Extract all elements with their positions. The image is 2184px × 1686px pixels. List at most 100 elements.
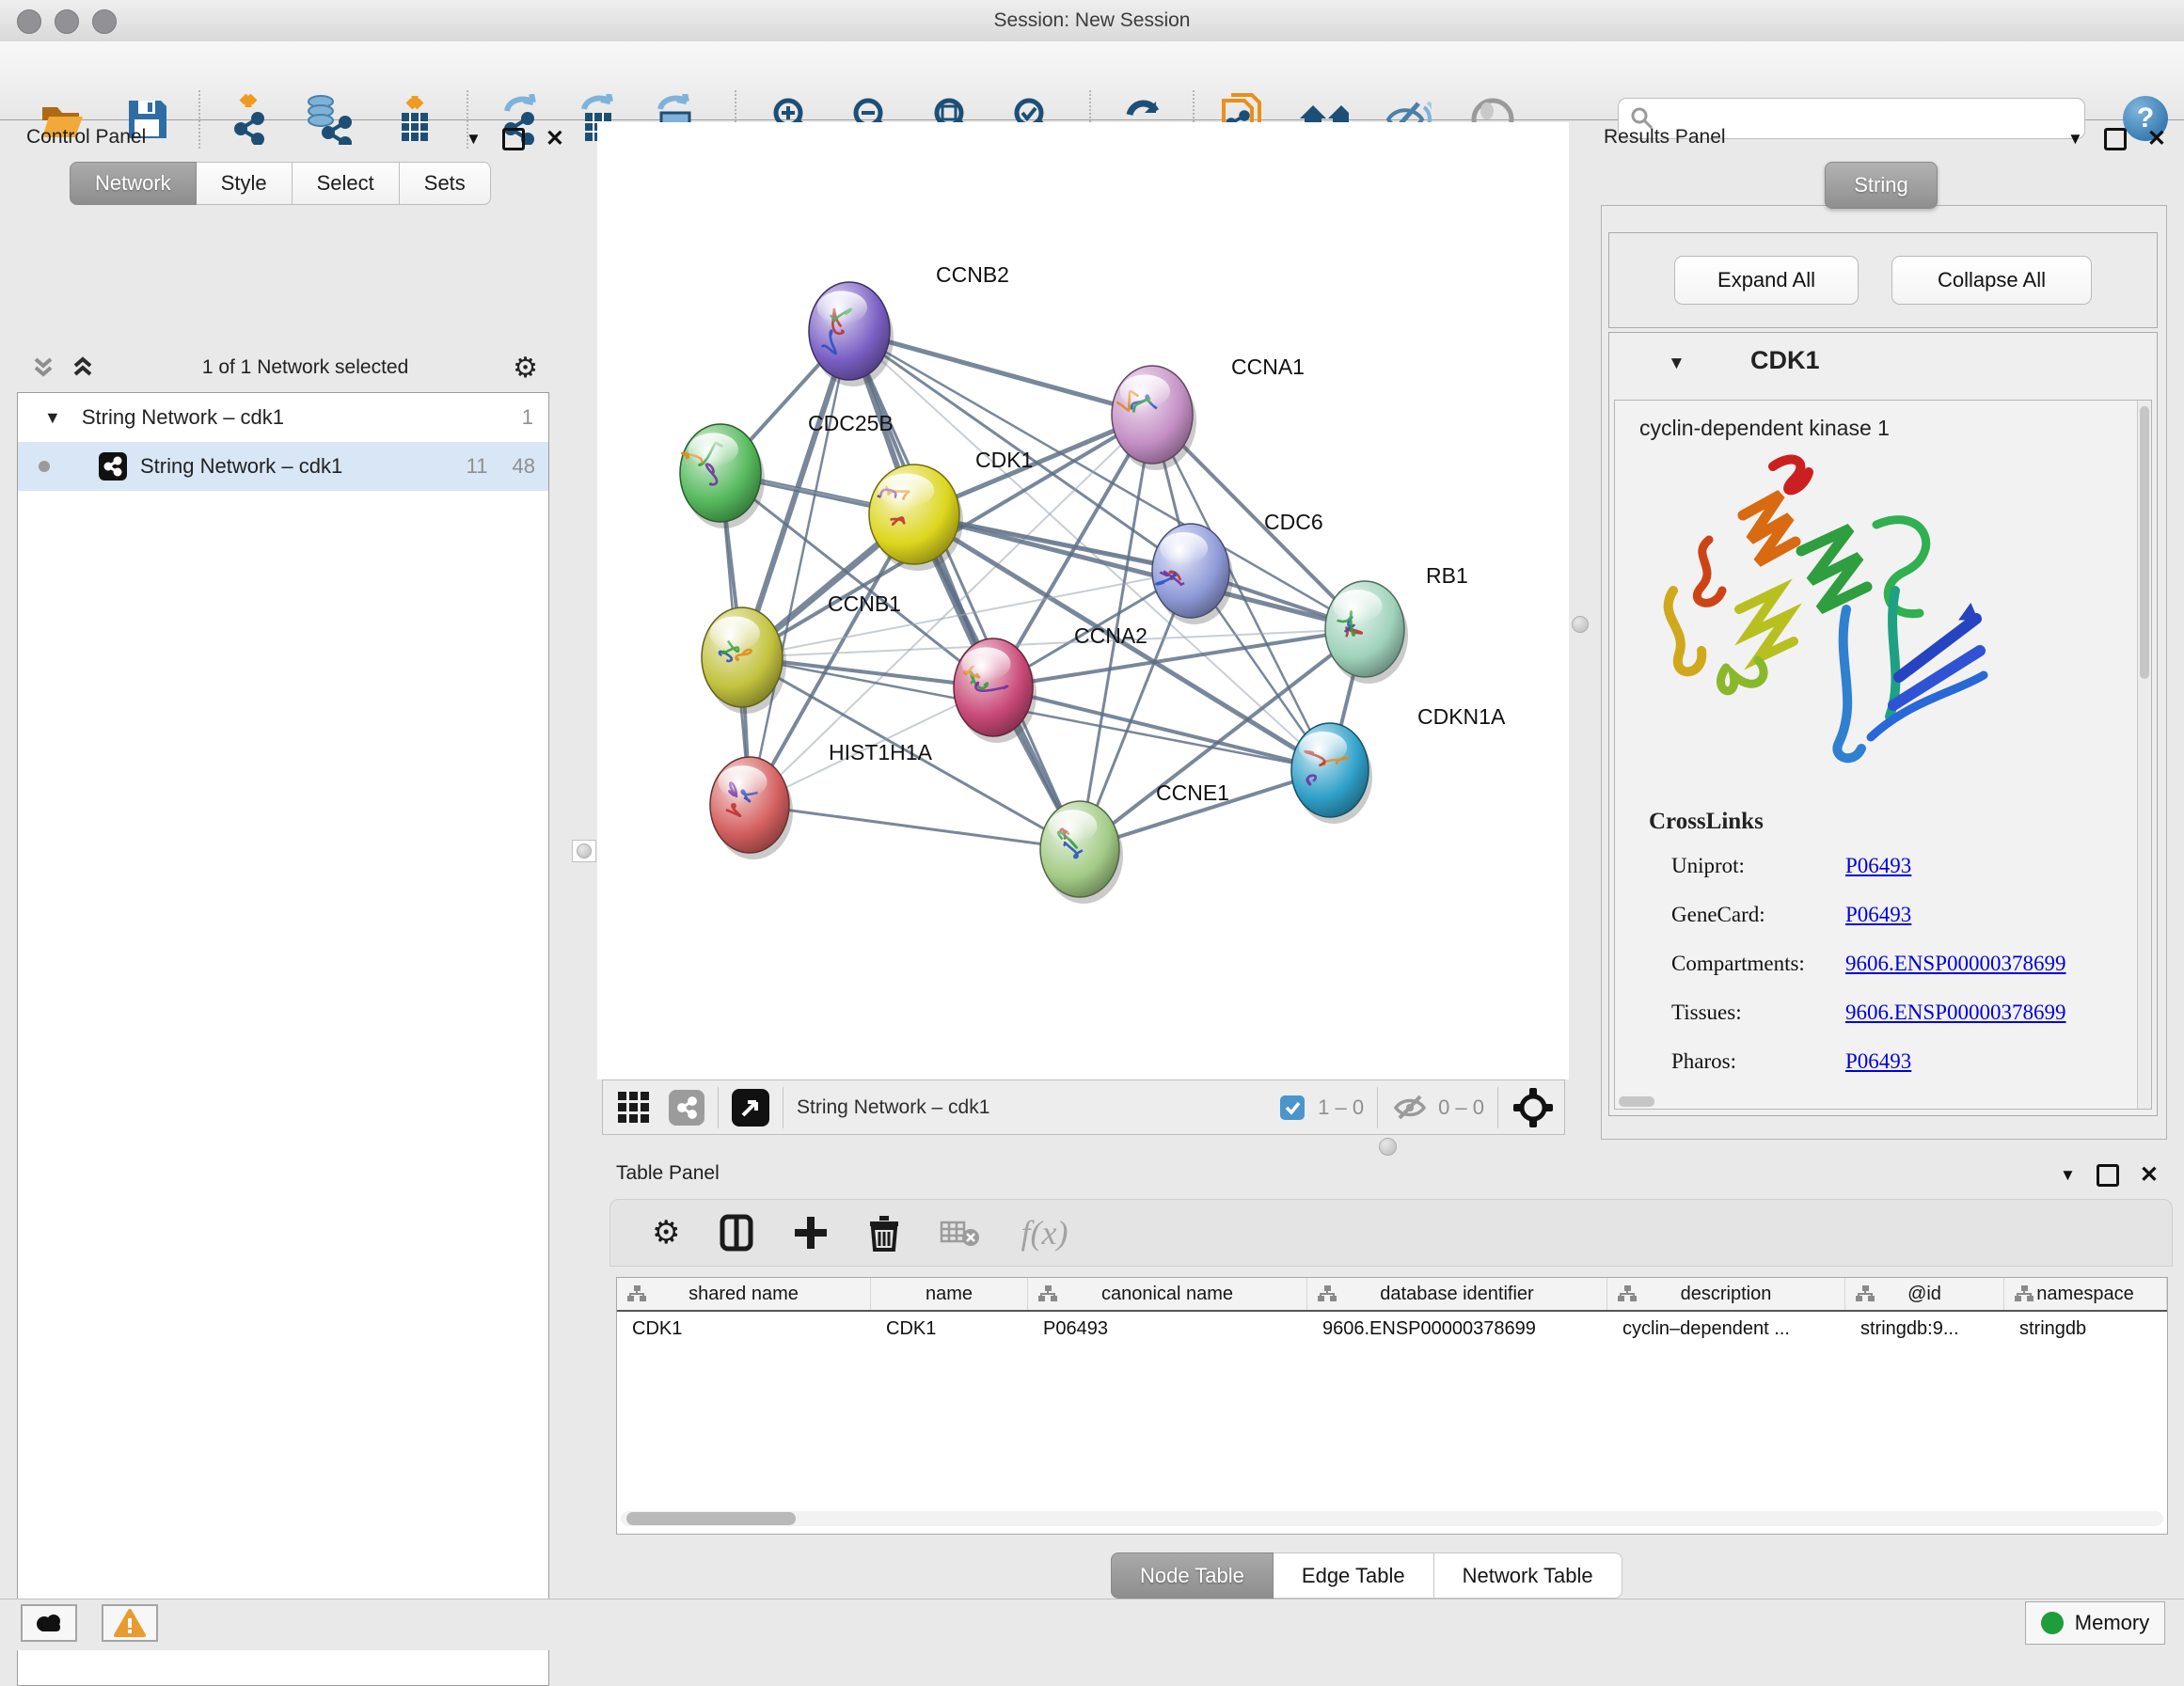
function-builder-icon[interactable]: f(x) [1021, 1213, 1068, 1253]
network-view-toolbar: String Network – cdk1 1 – 0 0 – 0 [602, 1079, 1565, 1135]
grid-view-icon[interactable] [616, 1090, 652, 1126]
delete-column-icon[interactable] [868, 1214, 900, 1252]
warning-button[interactable] [102, 1604, 158, 1642]
crosslink-link[interactable]: P06493 [1845, 1049, 1911, 1074]
tab-string[interactable]: String [1825, 162, 1938, 209]
results-horizontal-scrollbar[interactable] [1619, 1096, 1654, 1107]
expand-all-button[interactable]: Expand All [1674, 256, 1859, 305]
string-view-icon[interactable] [669, 1090, 704, 1126]
control-panel-tabs: NetworkStyleSelectSets [70, 162, 491, 205]
table-tabs: Node TableEdge TableNetwork Table [1111, 1552, 1622, 1599]
memory-label: Memory [2075, 1611, 2149, 1635]
network-options-gear-icon[interactable]: ⚙ [513, 352, 538, 385]
gene-collapse-icon[interactable]: ▼ [1668, 354, 1685, 374]
delete-table-icon[interactable] [940, 1217, 981, 1249]
network-view-title: String Network – cdk1 [797, 1096, 989, 1119]
column-header-shared-name[interactable]: shared name [617, 1278, 871, 1310]
main-toolbar: ? [0, 41, 2184, 120]
column-header-namespace[interactable]: namespace [2004, 1278, 2167, 1310]
crosslink-link[interactable]: 9606.ENSP00000378699 [1845, 952, 2066, 976]
column-header-canonical-name[interactable]: canonical name [1028, 1278, 1307, 1310]
collection-label: String Network – cdk1 [82, 405, 284, 430]
left-splitter-handle[interactable] [572, 840, 596, 862]
tab-style[interactable]: Style [197, 162, 293, 205]
table-panel-float-icon[interactable] [2097, 1164, 2119, 1187]
crosslink-link[interactable]: P06493 [1845, 903, 1911, 927]
results-panel-float-icon[interactable] [2104, 128, 2127, 150]
tab-network-table[interactable]: Network Table [1434, 1552, 1622, 1599]
column-header-label: shared name [688, 1284, 799, 1305]
table-toolbar: ⚙ f(x) [609, 1199, 2173, 1267]
protein-structure-image [1653, 449, 2019, 788]
pan-crosshair-icon[interactable] [1511, 1086, 1555, 1129]
column-header-description[interactable]: description [1607, 1278, 1845, 1310]
node-label-CDC6: CDC6 [1264, 510, 1323, 534]
crosslinks-title: CrossLinks [1649, 809, 1764, 835]
network-collection-row[interactable]: ▼ String Network – cdk1 1 [18, 393, 548, 442]
network-column-icon [626, 1284, 647, 1303]
control-panel-close-icon[interactable]: ✕ [546, 131, 564, 148]
network-selection-status: 1 of 1 Network selected [98, 356, 513, 379]
tab-select[interactable]: Select [293, 162, 400, 205]
network-canvas[interactable]: CCNB2CCNA1CDC25BCDK1CDC6RB1CCNB1CCNA2CDK… [597, 122, 1569, 1079]
node-label-RB1: RB1 [1426, 563, 1468, 588]
collection-expand-icon[interactable]: ▼ [44, 408, 61, 428]
collapse-all-icon[interactable] [30, 355, 58, 380]
crosslink-label: Pharos: [1671, 1049, 1845, 1074]
memory-button[interactable]: Memory [2025, 1601, 2165, 1645]
tab-edge-table[interactable]: Edge Table [1274, 1552, 1434, 1599]
network-column-icon [1617, 1284, 1638, 1303]
tab-sets[interactable]: Sets [400, 162, 491, 205]
crosslink-link[interactable]: P06493 [1845, 854, 1911, 878]
crosslink-row: Compartments:9606.ENSP00000378699 [1671, 952, 2123, 976]
table-cell: P06493 [1028, 1318, 1307, 1340]
status-bar: Memory [0, 1599, 2184, 1650]
right-splitter-handle[interactable] [1572, 616, 1589, 633]
column-header-label: canonical name [1101, 1284, 1233, 1305]
gene-detail-box: cyclin-dependent kinase 1 CrossLinks Uni… [1614, 400, 2152, 1110]
results-panel-collapse-icon[interactable]: ▼ [2067, 130, 2083, 149]
column-header-name[interactable]: name [871, 1278, 1028, 1310]
window-title: Session: New Session [0, 0, 2184, 41]
network-node-CDKN1A[interactable]: CDKN1A [1291, 704, 1506, 824]
hidden-count: 0 – 0 [1438, 1095, 1484, 1120]
bottom-splitter-handle[interactable] [1379, 1138, 1397, 1156]
expand-all-icon[interactable] [70, 355, 98, 380]
table-horizontal-scrollbar[interactable] [621, 1511, 2163, 1526]
column-header-@id[interactable]: @id [1845, 1278, 2004, 1310]
column-header-label: name [926, 1284, 973, 1305]
gene-description: cyclin-dependent kinase 1 [1639, 416, 1890, 441]
birdseye-view-icon[interactable] [732, 1089, 769, 1127]
network-row[interactable]: String Network – cdk1 11 48 [18, 442, 548, 491]
tab-node-table[interactable]: Node Table [1111, 1552, 1274, 1599]
control-panel-collapse-icon[interactable]: ▼ [466, 130, 482, 149]
table-row[interactable]: CDK1CDK1P064939606.ENSP00000378699cyclin… [617, 1312, 2167, 1346]
show-columns-icon[interactable] [720, 1214, 753, 1252]
node-label-CDK1: CDK1 [975, 448, 1033, 472]
table-panel-collapse-icon[interactable]: ▼ [2060, 1166, 2076, 1185]
node-label-CCNA2: CCNA2 [1074, 623, 1147, 648]
network-node-CDC25B[interactable]: CDC25B [680, 411, 894, 528]
crosslink-link[interactable]: 9606.ENSP00000378699 [1845, 1001, 2066, 1025]
results-panel-close-icon[interactable]: ✕ [2147, 131, 2166, 148]
network-node-CCNA2[interactable]: CCNA2 [954, 623, 1147, 743]
collapse-all-button[interactable]: Collapse All [1891, 256, 2092, 305]
control-panel-float-icon[interactable] [502, 128, 525, 150]
warning-icon [114, 1609, 146, 1637]
network-node-HIST1H1A[interactable]: HIST1H1A [710, 740, 933, 859]
network-node-CCNA1[interactable]: CCNA1 [1112, 355, 1305, 470]
add-column-icon[interactable] [793, 1215, 829, 1251]
tab-network[interactable]: Network [70, 162, 197, 205]
node-table: shared name name canonical name database id… [616, 1277, 2168, 1535]
node-label-CDC25B: CDC25B [808, 411, 894, 435]
crosslink-row: Tissues:9606.ENSP00000378699 [1671, 1001, 2123, 1025]
table-panel-close-icon[interactable]: ✕ [2140, 1167, 2159, 1184]
column-header-database-identifier[interactable]: database identifier [1307, 1278, 1607, 1310]
table-settings-gear-icon[interactable]: ⚙ [652, 1214, 680, 1252]
results-vertical-scrollbar[interactable] [2137, 401, 2151, 1109]
network-node-RB1[interactable]: RB1 [1325, 563, 1468, 684]
network-node-CCNE1[interactable]: CCNE1 [1040, 780, 1229, 904]
cloud-button[interactable] [21, 1604, 77, 1642]
selected-nodes-checkbox[interactable] [1280, 1095, 1305, 1120]
network-node-CDK1[interactable]: CDK1 [869, 448, 1033, 571]
